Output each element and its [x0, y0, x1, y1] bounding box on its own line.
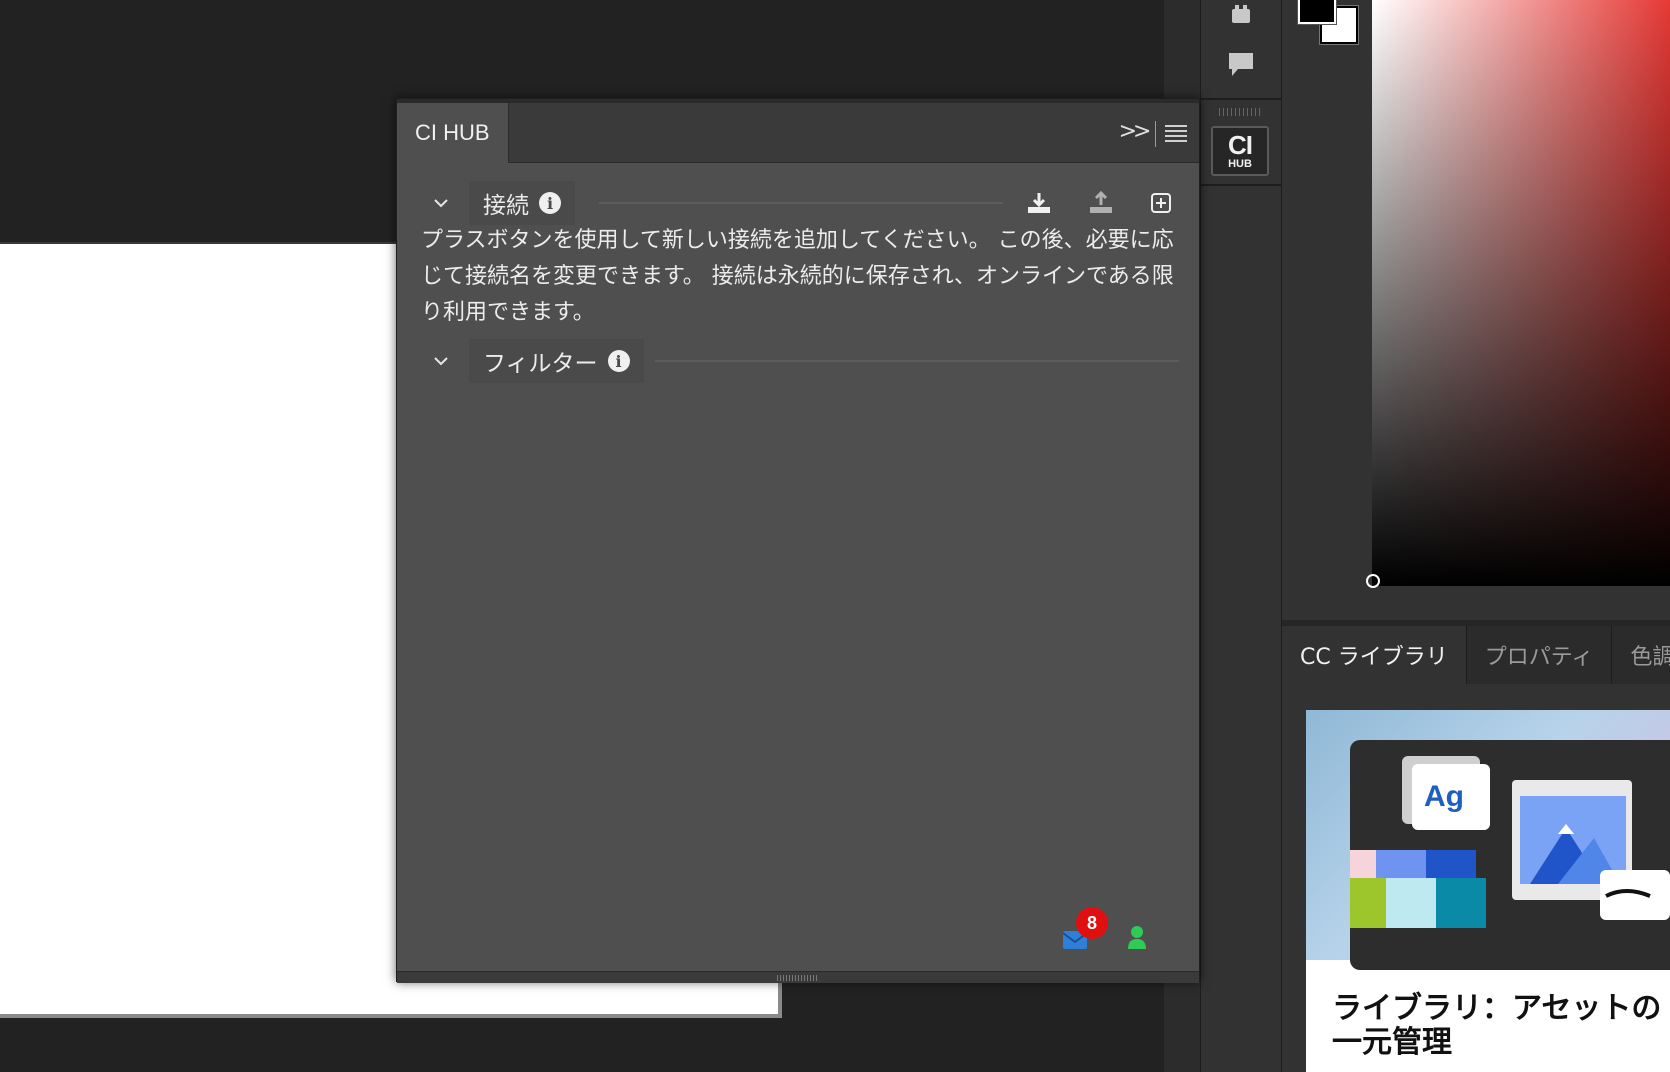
filters-info-icon[interactable]: i	[607, 350, 630, 372]
promo-illustration: Ag	[1306, 710, 1670, 970]
panel-header: CI HUB >>	[397, 99, 1199, 163]
tab-cc-libraries[interactable]: CC ライブラリ	[1282, 626, 1467, 684]
user-account-icon[interactable]	[1125, 921, 1149, 951]
panel-resize-bar[interactable]	[397, 971, 1199, 983]
color-picker-cursor[interactable]	[1366, 574, 1380, 588]
tab-properties[interactable]: プロパティ	[1467, 626, 1613, 684]
right-panel: CC ライブラリ プロパティ 色調 Ag ライブラリ：アセットの一元管理	[1282, 0, 1670, 1072]
comments-icon[interactable]	[1219, 42, 1263, 86]
connections-label: 接続	[483, 193, 529, 219]
connections-label-box: 接続 i	[469, 181, 575, 225]
connections-divider-line	[599, 202, 1003, 204]
color-picker-field[interactable]	[1372, 0, 1670, 586]
filters-section-header: フィルター i	[417, 339, 1179, 383]
strip-divider	[1201, 98, 1283, 100]
filters-label: フィルター	[483, 351, 598, 377]
strip-divider	[1201, 184, 1283, 186]
cihub-button-line2: HUB	[1228, 158, 1252, 170]
connections-info-icon[interactable]: i	[539, 192, 561, 214]
download-icon[interactable]	[1021, 185, 1057, 221]
promo-ag-text: Ag	[1424, 780, 1464, 813]
connections-chevron-down-icon[interactable]	[427, 189, 455, 217]
notification-count-badge: 8	[1076, 907, 1108, 939]
plugin-icon[interactable]	[1219, 0, 1263, 36]
connections-help-text: プラスボタンを使用して新しい接続を追加してください。 この後、必要に応じて接続名…	[421, 228, 1174, 325]
tab-ci-hub[interactable]: CI HUB	[397, 103, 509, 163]
resize-grip[interactable]	[777, 975, 817, 981]
filters-divider-line	[655, 360, 1179, 362]
libraries-promo-card[interactable]: Ag ライブラリ：アセットの一元管理	[1306, 710, 1670, 1072]
cihub-button-line1: CI	[1228, 130, 1253, 160]
foreground-color-swatch[interactable]	[1297, 0, 1337, 25]
tab-adjustments[interactable]: 色調	[1612, 626, 1670, 684]
header-separator	[1155, 121, 1156, 147]
upload-icon[interactable]	[1083, 185, 1119, 221]
panel-menu-icon[interactable]	[1165, 119, 1191, 147]
promo-card-title: ライブラリ：アセットの一元管理	[1332, 991, 1662, 1060]
collapsed-panel-icon-strip: CI HUB	[1200, 0, 1283, 1072]
cihub-panel-button[interactable]: CI HUB	[1211, 126, 1269, 176]
add-connection-icon[interactable]	[1143, 185, 1179, 221]
promo-illustration-panel: Ag	[1326, 740, 1670, 970]
ci-hub-panel: CI HUB >> 接続 i プラスボタンを使用して新しい接続を追加してください…	[396, 98, 1200, 983]
filters-chevron-down-icon[interactable]	[427, 347, 455, 375]
strip-grip[interactable]	[1219, 108, 1263, 116]
filters-label-box: フィルター i	[469, 339, 644, 383]
connections-section-header: 接続 i	[417, 181, 1179, 225]
libraries-tab-bar: CC ライブラリ プロパティ 色調	[1282, 626, 1670, 684]
collapse-panel-button[interactable]: >>	[1119, 115, 1152, 147]
